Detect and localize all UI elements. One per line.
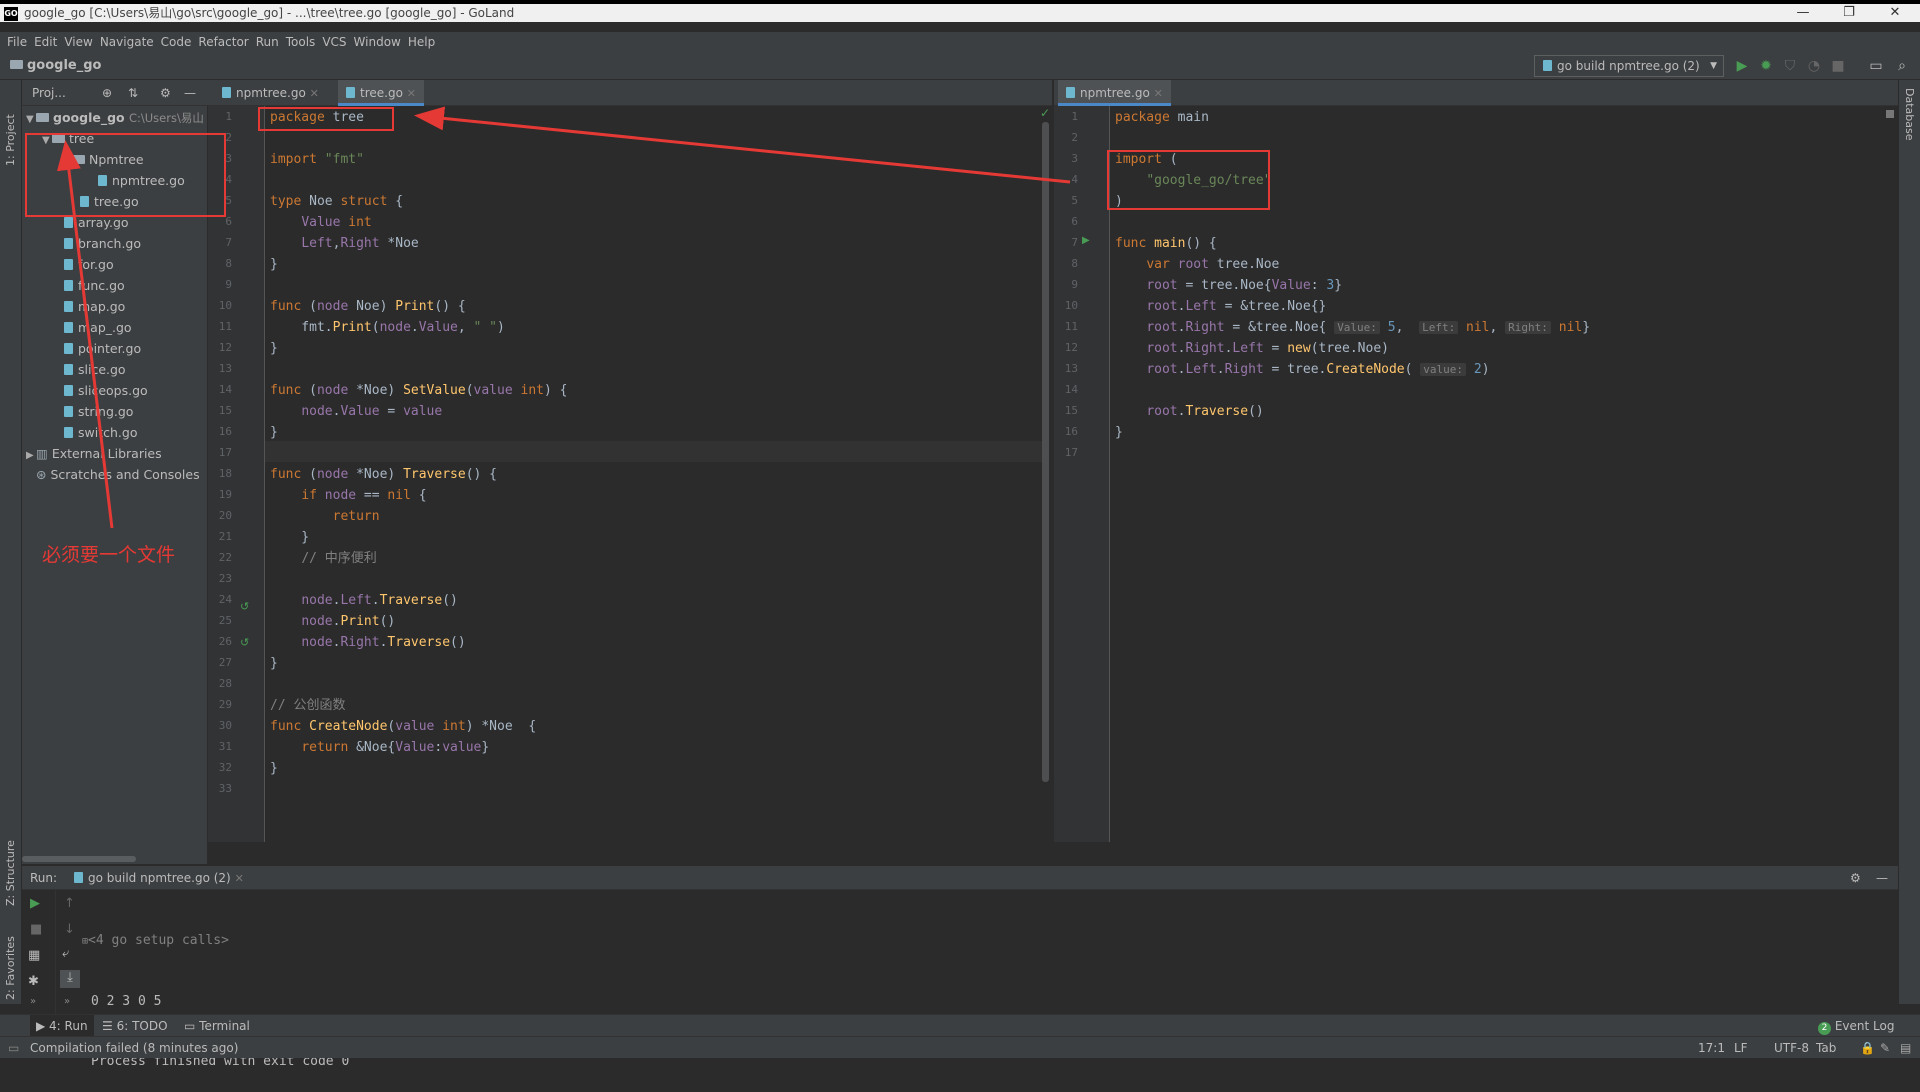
hide-icon[interactable]: —	[1876, 866, 1888, 890]
memory-icon[interactable]: ▤	[1900, 1037, 1911, 1059]
file-encoding[interactable]: UTF-8	[1774, 1037, 1809, 1059]
lock-icon[interactable]: 🔒	[1860, 1037, 1875, 1059]
line-separator[interactable]: LF	[1734, 1037, 1748, 1059]
run-panel-header: Run: go build npmtree.go (2) ✕ ⚙ —	[22, 866, 1898, 890]
indent-setting[interactable]: Tab	[1816, 1037, 1836, 1059]
scroll-to-end-icon[interactable]: ⤓	[60, 970, 80, 988]
rerun-icon[interactable]: ▶	[30, 896, 40, 911]
arrow-import-to-package	[414, 106, 1071, 184]
close-tab-icon[interactable]: ✕	[235, 872, 244, 885]
status-icon: ▭	[8, 1041, 20, 1055]
tool-tab-todo[interactable]: ☰ 6: TODO	[102, 1015, 168, 1037]
stop-icon[interactable]: ■	[30, 922, 42, 937]
tool-tab-terminal[interactable]: ▭ Terminal	[184, 1015, 250, 1037]
tool-window-strip: ▶ 4: Run ☰ 6: TODO ▭ Terminal 2 Event Lo…	[0, 1014, 1920, 1037]
more-icon[interactable]: »	[64, 996, 70, 1007]
tool-tab-run[interactable]: ▶ 4: Run	[30, 1015, 94, 1037]
status-bar: ▭ Compilation failed (8 minutes ago) 17:…	[0, 1036, 1920, 1058]
tool-tab-label: 6: TODO	[116, 1019, 168, 1033]
caret-position[interactable]: 17:1	[1698, 1037, 1725, 1059]
event-count-badge: 2	[1818, 1022, 1831, 1035]
inspector-icon[interactable]: ✎	[1880, 1037, 1890, 1059]
gear-icon[interactable]: ⚙	[1850, 866, 1861, 890]
output-text: <4 go setup calls>	[88, 933, 229, 948]
tool-tab-label: Terminal	[199, 1019, 250, 1033]
down-icon[interactable]: ↓	[64, 922, 75, 937]
output-line: ⊞<4 go setup calls>	[82, 931, 1882, 952]
run-toolbar: ▶ ■ ▦ ✱ »	[22, 890, 56, 1014]
event-log-label: Event Log	[1834, 1019, 1895, 1033]
up-icon[interactable]: ↑	[64, 896, 75, 911]
run-output[interactable]: ⊞<4 go setup calls> 0 2 3 0 5 Process fi…	[82, 891, 1882, 1092]
more-icon[interactable]: »	[30, 996, 36, 1007]
run-panel-label: Run:	[30, 871, 58, 885]
arrow-note-to-folder	[56, 140, 114, 529]
pin-icon[interactable]: ✱	[28, 974, 39, 989]
output-line: 0 2 3 0 5	[91, 994, 162, 1009]
status-message[interactable]: Compilation failed (8 minutes ago)	[30, 1037, 238, 1059]
annotation-note: 必须要一个文件	[42, 544, 176, 566]
go-file-icon	[74, 872, 83, 883]
run-tab-label: go build npmtree.go (2)	[88, 871, 231, 885]
run-tab[interactable]: go build npmtree.go (2) ✕	[74, 866, 244, 891]
layout-icon[interactable]: ▦	[28, 948, 40, 963]
soft-wrap-icon[interactable]: ⤶	[62, 946, 69, 961]
event-log-button[interactable]: 2 Event Log	[1818, 1015, 1894, 1037]
tool-tab-label: 4: Run	[49, 1019, 88, 1033]
